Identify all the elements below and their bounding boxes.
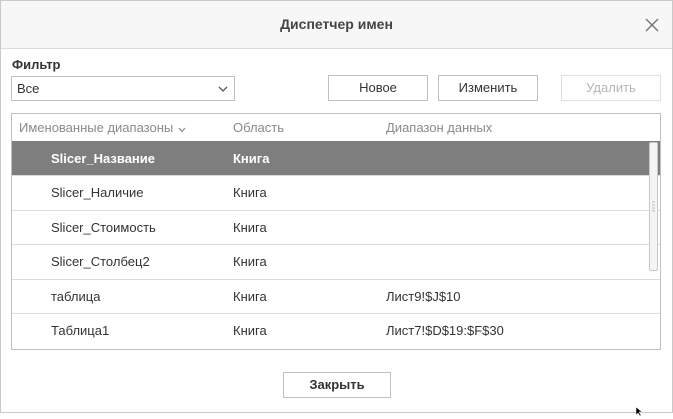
table-header: Именованные диапазоны Область Диапазон д… <box>12 114 660 141</box>
table-row[interactable]: Slicer_Название Книга <box>12 141 660 175</box>
vertical-scrollbar[interactable] <box>649 142 658 271</box>
row-name: таблица <box>51 289 101 304</box>
row-scope: Книга <box>233 323 267 338</box>
table-row[interactable]: Slicer_Наличие Книга <box>12 175 660 209</box>
row-scope: Книга <box>233 151 270 166</box>
row-name: Slicer_Наличие <box>51 185 144 200</box>
table-row[interactable]: Таблица1 Книга Лист7!$D$19:$F$30 <box>12 313 660 347</box>
row-name: Slicer_Столбец2 <box>51 254 150 269</box>
row-scope: Книга <box>233 254 267 269</box>
filter-value: Все <box>17 81 40 96</box>
row-name: Таблица1 <box>51 323 110 338</box>
filter-label: Фильтр <box>12 57 61 72</box>
column-header-scope[interactable]: Область <box>233 120 284 135</box>
row-range: Лист9!$J$10 <box>386 289 461 304</box>
delete-button[interactable]: Удалить <box>561 75 661 101</box>
filter-dropdown[interactable]: Все <box>11 76 235 101</box>
sort-down-icon <box>178 121 186 136</box>
name-manager-dialog: Диспетчер имен Фильтр Все Новое Изменить… <box>0 0 673 413</box>
row-scope: Книга <box>233 220 267 235</box>
row-name: Slicer_Название <box>51 151 156 166</box>
row-scope: Книга <box>233 289 267 304</box>
close-button[interactable]: Закрыть <box>283 372 391 398</box>
edit-button[interactable]: Изменить <box>438 75 538 101</box>
row-range: Лист7!$D$19:$F$30 <box>386 323 504 338</box>
close-icon[interactable] <box>641 14 663 36</box>
scroll-grip-icon <box>652 200 655 214</box>
dialog-title: Диспетчер имен <box>280 16 393 32</box>
column-header-name[interactable]: Именованные диапазоны <box>19 120 186 136</box>
row-name: Slicer_Стоимость <box>51 220 156 235</box>
dialog-titlebar: Диспетчер имен <box>1 1 672 49</box>
mouse-cursor-icon <box>635 404 644 417</box>
column-header-name-label: Именованные диапазоны <box>19 120 174 135</box>
named-ranges-table: Именованные диапазоны Область Диапазон д… <box>11 113 661 350</box>
table-row[interactable]: Slicer_Стоимость Книга <box>12 210 660 244</box>
table-row[interactable]: таблица Книга Лист9!$J$10 <box>12 279 660 313</box>
new-button[interactable]: Новое <box>328 75 428 101</box>
column-header-range[interactable]: Диапазон данных <box>386 120 492 135</box>
table-row[interactable]: Slicer_Столбец2 Книга <box>12 244 660 278</box>
row-scope: Книга <box>233 185 267 200</box>
chevron-down-icon <box>217 83 229 95</box>
